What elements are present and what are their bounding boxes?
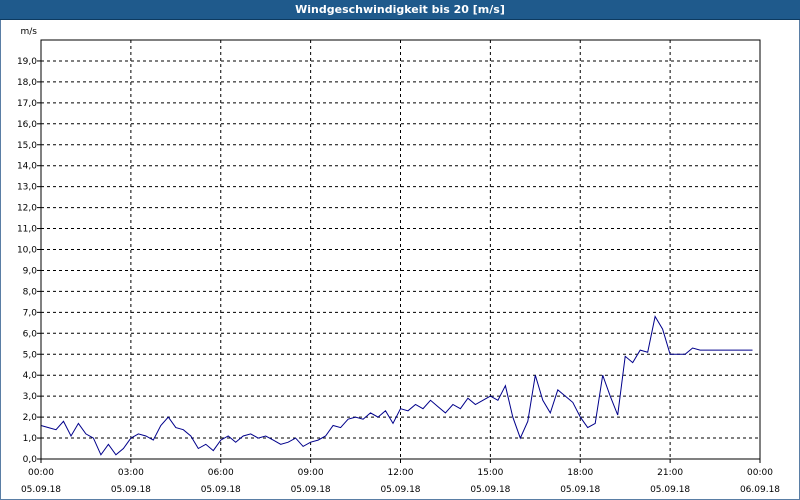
x-tick-date-label: 05.09.18 [470,485,510,495]
y-tick-label: 4,0 [23,371,38,381]
y-tick-label: 7,0 [23,308,38,318]
y-tick-label: 17,0 [17,99,37,109]
y-tick-label: 10,0 [17,246,37,256]
x-tick-time-label: 15:00 [477,468,503,478]
y-tick-label: 0,0 [23,455,38,465]
wind-speed-chart: 0,0 1,0 2,0 3,0 4,0 5,0 6,0 7,0 8,0 9,0 10,0 11,0 12… [17,27,780,495]
y-tick-label: 14,0 [17,162,37,172]
y-tick-label: 19,0 [17,57,37,67]
y-axis-label: m/s [21,27,38,37]
x-tick-date-label: 05.09.18 [21,485,61,495]
x-axis: 00:00 05.09.18 03:00 05.09.18 06:00 05.09.18 0… [21,459,780,495]
chart-frame: 0,0 1,0 2,0 3,0 4,0 5,0 6,0 7,0 8,0 9,0 10,0 11,0 12… [0,20,800,500]
x-tick-date-label: 05.09.18 [201,485,241,495]
y-tick-label: 2,0 [23,413,38,423]
x-tick-time-label: 09:00 [298,468,324,478]
x-tick-date-label: 05.09.18 [111,485,151,495]
x-tick-date-label: 05.09.18 [650,485,690,495]
x-tick-date-label: 05.09.18 [560,485,600,495]
chart-title: Windgeschwindigkeit bis 20 [m/s] [0,0,800,20]
y-tick-label: 13,0 [17,183,37,193]
y-tick-label: 6,0 [23,329,38,339]
x-tick-time-label: 18:00 [567,468,593,478]
y-tick-label: 9,0 [23,266,38,276]
y-tick-label: 5,0 [23,350,38,360]
wind-speed-line [40,315,753,456]
y-tick-label: 1,0 [23,434,38,444]
y-tick-label: 15,0 [17,141,37,151]
x-tick-time-label: 00:00 [747,468,773,478]
y-tick-label: 12,0 [17,204,37,214]
y-tick-label: 11,0 [17,225,37,235]
x-tick-time-label: 00:00 [28,468,54,478]
x-tick-date-label: 05.09.18 [291,485,331,495]
y-tick-label: 8,0 [23,287,38,297]
x-tick-time-label: 06:00 [208,468,234,478]
x-tick-date-label: 06.09.18 [740,485,780,495]
grid [41,40,760,459]
series-layer [40,315,753,456]
x-tick-date-label: 05.09.18 [380,485,420,495]
x-tick-time-label: 21:00 [657,468,683,478]
x-tick-time-label: 12:00 [388,468,414,478]
y-tick-label: 16,0 [17,120,37,130]
y-tick-label: 18,0 [17,78,37,88]
y-tick-label: 3,0 [23,392,38,402]
x-tick-time-label: 03:00 [118,468,144,478]
y-axis: 0,0 1,0 2,0 3,0 4,0 5,0 6,0 7,0 8,0 9,0 10,0 11,0 12… [17,57,41,465]
